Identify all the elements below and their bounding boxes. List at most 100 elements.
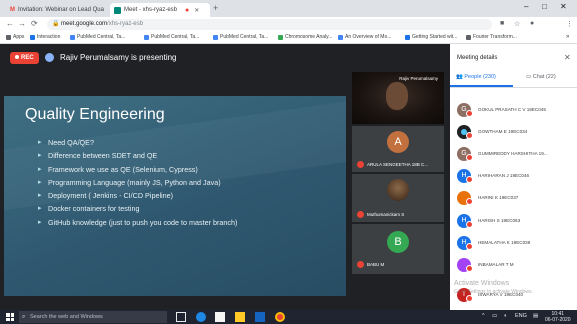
participant-row[interactable]: H HARIHARAN J 19EC046 (457, 169, 575, 187)
tab-chat[interactable]: ▭ Chat (22) (526, 74, 556, 80)
bookmark-icon (338, 34, 343, 40)
tray-up-icon[interactable]: ^ (482, 313, 485, 319)
slide-bullet: Docker containers for testing (38, 204, 323, 213)
meeting-details-panel: Meeting details ✕ 👥 People (230) ▭ Chat … (450, 44, 577, 310)
network-icon[interactable]: ▭ (492, 313, 497, 319)
presenting-text: Rajiv Perumalsamy is presenting (60, 53, 177, 62)
recording-badge: REC (10, 52, 39, 64)
menu-icon[interactable]: ⋮ (566, 20, 573, 28)
participant-name: HARINI K 19EC037 (478, 195, 519, 200)
chrome-icon[interactable] (275, 312, 285, 322)
activate-windows-watermark: Activate Windows Go to Settings to activ… (454, 280, 533, 295)
mic-off-icon (466, 176, 473, 183)
slide-title: Quality Engineering (25, 106, 165, 123)
bookmark-icon (30, 34, 35, 40)
close-panel-icon[interactable]: ✕ (564, 53, 571, 62)
bookmark-item[interactable]: Chromosome Analy... (278, 34, 332, 40)
reload-icon[interactable]: ⟳ (31, 19, 38, 28)
new-tab-button[interactable]: + (213, 3, 218, 13)
tab-meet[interactable]: Meet - xhs-ryaz-esb ● ✕ (110, 3, 210, 17)
bookmark-item[interactable]: PubMed Central, Ta... (70, 34, 125, 40)
bookmark-icon (70, 34, 75, 40)
bookmark-item[interactable]: An Overview of Mo... (338, 34, 391, 40)
gmail-icon: M (10, 6, 15, 13)
bookmark-item[interactable]: PubMed Central, Ta... (144, 34, 199, 40)
mic-off-icon (357, 261, 364, 268)
address-host: meet.google.com (61, 21, 108, 27)
bookmark-item[interactable]: Getting Started wit... (405, 34, 457, 40)
taskbar-clock[interactable]: 10:41 06-07-2020 (545, 311, 571, 323)
participant-row[interactable]: G GOKUL PRASATH C V 19EC045 (457, 103, 575, 121)
mic-off-icon (466, 295, 473, 302)
participant-name: HARIHARAN J 19EC046 (478, 173, 530, 178)
camera-icon[interactable]: ■ (500, 20, 504, 27)
minimize-button[interactable]: – (524, 2, 528, 11)
more-bookmarks-icon[interactable]: » (566, 34, 569, 40)
lock-icon: 🔒 (52, 21, 60, 27)
presentation-slide: Quality Engineering Need QA/QE? Differen… (4, 96, 346, 296)
browser-tab-strip: M Invitation: Webinar on Lead Qua ✕ Meet… (0, 0, 577, 17)
windows-start-icon[interactable] (6, 313, 14, 321)
participant-avatar: A (387, 131, 409, 153)
meet-stage: REC Rajiv Perumalsamy is presenting Qual… (0, 44, 577, 310)
bookmark-icon (466, 34, 471, 40)
search-icon: ⌕ (22, 314, 26, 320)
language-indicator[interactable]: ENG (515, 313, 527, 319)
back-icon[interactable]: ← (6, 19, 14, 28)
bookmark-icon (405, 34, 410, 40)
participant-row[interactable]: H HARISH S 19EC063 (457, 214, 575, 232)
participant-row[interactable]: GOWTHAM E 19EC034 (457, 125, 575, 143)
slide-bullet: Difference between SDET and QE (38, 151, 323, 160)
mail-icon[interactable] (255, 312, 265, 322)
participant-name: HEMALATHA K 19EC039 (478, 240, 531, 245)
mic-off-icon (357, 211, 364, 218)
participant-row[interactable]: H HEMALATHA K 19EC039 (457, 236, 575, 254)
tile-name: Muthumanickam S (357, 211, 404, 218)
tab-title: Invitation: Webinar on Lead Qua (18, 7, 104, 13)
address-bar[interactable]: 🔒 meet.google.com/xhs-ryaz-esb (47, 19, 492, 30)
people-icon: 👥 (456, 74, 463, 80)
volume-icon[interactable]: ◐ (504, 313, 507, 319)
participant-row[interactable]: HARINI K 19EC037 (457, 191, 575, 209)
tab-people[interactable]: 👥 People (230) (456, 74, 496, 80)
tab-title: Meet - xhs-ryaz-esb (124, 7, 178, 13)
mic-off-icon (466, 198, 473, 205)
bookmark-item[interactable]: PubMed Central, Ta... (213, 34, 268, 40)
mic-off-icon (357, 161, 364, 168)
presenting-banner: REC Rajiv Perumalsamy is presenting (0, 44, 450, 72)
participant-name: INBAMALAR T M (478, 262, 514, 267)
participant-name: GOWTHAM E 19EC034 (478, 129, 528, 134)
participant-tile[interactable]: Rajiv Perumalsamy (352, 72, 444, 124)
mic-off-icon (466, 110, 473, 117)
tile-name: ARULA SENGEETHA 18B C... (357, 161, 428, 168)
recording-dot-icon: ● (185, 6, 190, 14)
bookmark-apps[interactable]: Apps (6, 34, 24, 40)
participant-tile[interactable]: Muthumanickam S (352, 174, 444, 222)
close-window-button[interactable]: ✕ (560, 2, 567, 11)
mic-off-icon (466, 265, 473, 272)
task-view-icon[interactable] (176, 312, 186, 322)
star-icon[interactable]: ☆ (514, 20, 520, 28)
store-icon[interactable] (235, 312, 245, 322)
chat-icon: ▭ (526, 74, 532, 80)
apps-icon (6, 34, 11, 40)
participant-row[interactable]: G GUMMIREDDY HARSHITHA 19... (457, 147, 575, 165)
bookmark-item[interactable]: Interaction (30, 34, 60, 40)
extension-icon[interactable]: ● (530, 20, 534, 27)
bookmark-icon (144, 34, 149, 40)
participant-row[interactable]: INBAMALAR T M (457, 258, 575, 276)
forward-icon[interactable]: → (18, 19, 26, 28)
taskbar-search[interactable]: ⌕ Search the web and Windows (19, 311, 167, 323)
file-explorer-icon[interactable] (215, 312, 225, 322)
participant-tile[interactable]: A ARULA SENGEETHA 18B C... (352, 126, 444, 172)
maximize-button[interactable]: □ (542, 2, 547, 11)
notification-icon[interactable]: ▤ (533, 313, 538, 319)
close-tab-icon[interactable]: ✕ (194, 7, 199, 14)
record-dot-icon (15, 55, 19, 60)
bookmark-item[interactable]: Fourier Transform... (466, 34, 517, 40)
slide-bullet: Deployment ( Jenkins - CI/CD Pipeline) (38, 191, 323, 200)
tab-invitation[interactable]: M Invitation: Webinar on Lead Qua ✕ (6, 3, 104, 17)
slide-bullet: GitHub knowledge (just to push you code … (38, 218, 323, 227)
edge-icon[interactable] (196, 312, 206, 322)
participant-tile[interactable]: B BABU M (352, 224, 444, 274)
